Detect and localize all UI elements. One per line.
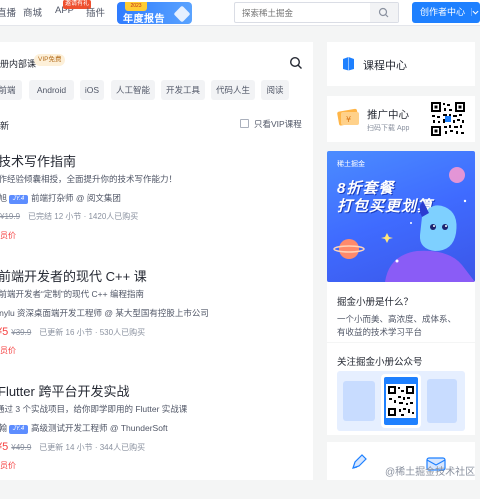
level-badge: JY.4 <box>9 425 29 434</box>
price-line: ¥5¥39.9 已更新 16 小节 · 530人已购买 <box>0 326 145 338</box>
vip-only-checkbox[interactable] <box>240 119 249 128</box>
about-xiaoce-card: 掘金小册是什么？ 一个小而美、高浓度、成体系、 有收益的技术学习平台 <box>327 282 475 342</box>
year-report-banner[interactable]: 2023 年度报告 <box>117 2 192 24</box>
vip-free-chip[interactable]: VIP免费 <box>34 54 66 66</box>
author-line: 老翰JY.4高级测试开发工程师 @ ThunderSoft <box>0 422 168 434</box>
course-desc: 为前端开发者“定制”的现代 C++ 编程指南 <box>0 289 144 299</box>
category-chip-reading[interactable]: 阅读 <box>261 80 289 100</box>
search-box <box>234 2 399 23</box>
filter-title: 小册内部课 <box>0 59 37 69</box>
app-qr-code <box>430 101 466 137</box>
official-account-qr-banner <box>337 371 465 431</box>
about-title: 掘金小册是什么？ <box>337 297 414 308</box>
about-desc-line1: 一个小而美、高浓度、成体系、 <box>337 314 457 324</box>
author-info: tonylu 资深桌面端开发工程师 @ 某大型国有控股上市公司 <box>0 308 209 318</box>
creator-center-button[interactable]: 创作者中心 <box>412 2 480 23</box>
promo-center-title: 推广中心 <box>367 109 409 121</box>
current-price: ¥5 <box>0 326 9 338</box>
course-title[interactable]: 技术写作指南 <box>0 151 76 170</box>
category-chip-ios[interactable]: iOS <box>80 80 104 100</box>
author-name[interactable]: 老翰 <box>0 423 7 433</box>
old-price: ¥39.9 <box>11 328 32 337</box>
search-icon[interactable] <box>289 56 303 70</box>
creator-center-label: 创作者中心 <box>420 7 466 17</box>
course-status: 已更新 14 小节 · 344人已购买 <box>39 443 146 452</box>
vip-only-label[interactable]: 只看VIP课程 <box>254 118 302 130</box>
course-title[interactable]: 前端开发者的现代 C++ 课 <box>0 266 147 285</box>
course-center-card[interactable]: 课程中心 <box>327 42 475 86</box>
nav-item-live[interactable]: 直播 <box>0 5 16 19</box>
chevron-down-icon <box>470 8 479 16</box>
discount-banner[interactable]: 稀土掘金 8折套餐 打包买更划算 <box>327 151 475 282</box>
author-name[interactable]: 文旭 <box>0 193 7 203</box>
vip-price: 会员价 <box>0 231 16 240</box>
search-input[interactable] <box>235 3 370 22</box>
nav-item-plugin[interactable]: 插件 <box>86 5 105 19</box>
watermark: @稀土掘金技术社区 <box>385 467 476 478</box>
gift-icon <box>173 5 191 23</box>
course-list-panel: 小册内部课 VIP免费 前端 Android iOS 人工智能 开发工具 代码人… <box>0 42 313 480</box>
category-chip-ai[interactable]: 人工智能 <box>111 80 155 100</box>
price-line: ¥5¥49.9 已更新 14 小节 · 344人已购买 <box>0 441 145 453</box>
vip-price: 会员价 <box>0 346 16 355</box>
category-chip-code-life[interactable]: 代码人生 <box>211 80 255 100</box>
old-price: ¥19.9 <box>0 212 21 221</box>
current-price: ¥5 <box>0 441 9 453</box>
search-icon <box>378 7 389 18</box>
coupon-icon: ¥ <box>337 108 359 126</box>
course-item[interactable]: Flutter 跨平台开发实战 通过 3 个实战项目，给你即学即用的 Flutt… <box>0 381 313 499</box>
follow-account-card: 关注掘金小册公众号 <box>327 343 475 435</box>
category-chip-android[interactable]: Android <box>29 80 74 100</box>
course-item[interactable]: 前端开发者的现代 C++ 课 为前端开发者“定制”的现代 C++ 编程指南 to… <box>0 266 313 384</box>
course-status: 已更新 16 小节 · 530人已购买 <box>39 328 146 337</box>
follow-title: 关注掘金小册公众号 <box>337 357 423 368</box>
course-item[interactable]: 技术写作指南 写作经验倾囊相授，全面提升你的技术写作能力！ 文旭JY.4前端打杂… <box>0 151 313 269</box>
pen-icon[interactable] <box>349 452 369 472</box>
course-center-title: 课程中心 <box>363 60 407 72</box>
author-info: 高级测试开发工程师 @ ThunderSoft <box>31 423 168 433</box>
vip-price: 会员价 <box>0 461 16 470</box>
course-center-icon <box>343 57 354 71</box>
course-desc: 写作经验倾囊相授，全面提升你的技术写作能力！ <box>0 174 178 184</box>
old-price: ¥49.9 <box>11 443 32 452</box>
search-button[interactable] <box>370 3 398 22</box>
sort-label[interactable]: 最新 <box>0 119 9 132</box>
course-title[interactable]: Flutter 跨平台开发实战 <box>0 381 129 400</box>
top-nav-bar: 直播 商城 APP 邀请有礼 插件 2023 年度报告 创作者中心 <box>0 0 480 26</box>
planets-illustration <box>333 167 475 282</box>
author-info: 前端打杂师 @ 阅文集团 <box>31 193 121 203</box>
category-chip-dev-tools[interactable]: 开发工具 <box>161 80 205 100</box>
about-desc-line2: 有收益的技术学习平台 <box>337 327 423 337</box>
nav-item-shop[interactable]: 商城 <box>23 5 42 19</box>
year-report-label: 年度报告 <box>123 14 165 24</box>
promo-center-card[interactable]: ¥ 推广中心 扫码下载 App <box>327 96 475 142</box>
course-status: 已完结 12 小节 · 1420人已购买 <box>28 212 139 221</box>
price-line: ¥19.9 已完结 12 小节 · 1420人已购买 <box>0 211 138 222</box>
author-line: 文旭JY.4前端打杂师 @ 阅文集团 <box>0 192 121 204</box>
course-desc: 通过 3 个实战项目，给你即学即用的 Flutter 实战课 <box>0 404 188 414</box>
author-line: tonylu 资深桌面端开发工程师 @ 某大型国有控股上市公司 <box>0 307 209 319</box>
category-chip-frontend[interactable]: 前端 <box>0 80 22 100</box>
level-badge: JY.4 <box>9 195 29 204</box>
promo-subtitle: 扫码下载 App <box>367 125 410 132</box>
svg-text:¥: ¥ <box>346 115 351 124</box>
